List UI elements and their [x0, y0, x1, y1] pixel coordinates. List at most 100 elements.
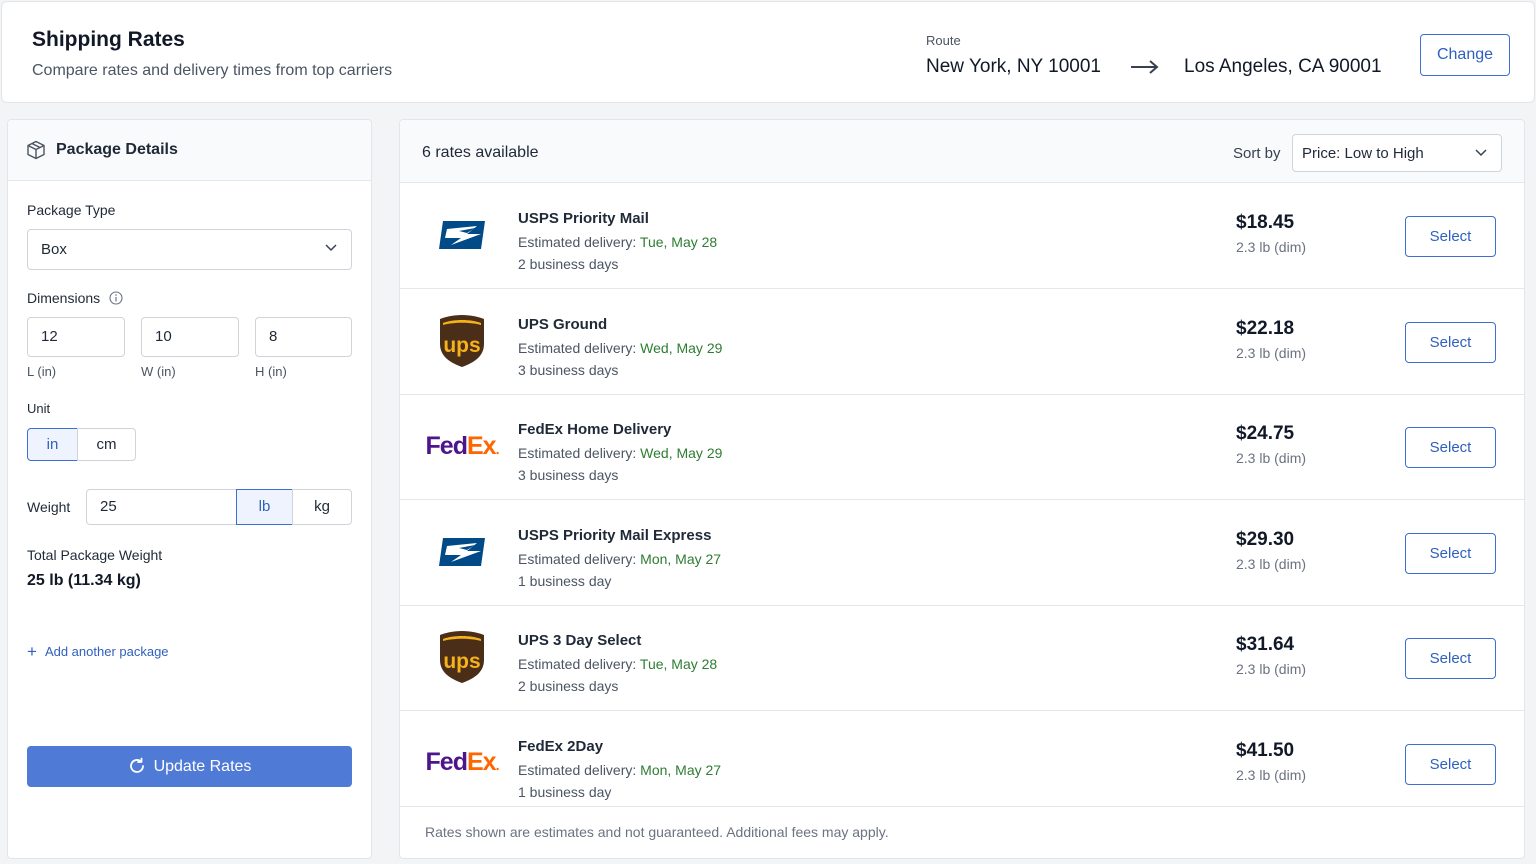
estimated-delivery-prefix: Estimated delivery:	[518, 445, 637, 461]
ups-logo-container: ups	[424, 627, 500, 687]
package-details-panel: Package Details Package Type Box Dimensi…	[7, 119, 372, 859]
service-name: FedEx 2Day	[518, 737, 604, 755]
fedex-logo-container: FedEx.	[424, 733, 500, 793]
service-name: USPS Priority Mail Express	[518, 526, 712, 544]
estimated-delivery-prefix: Estimated delivery:	[518, 656, 637, 672]
route-origin: New York, NY 10001	[926, 56, 1101, 77]
page-subtitle: Compare rates and delivery times from to…	[32, 62, 393, 79]
rate-row: USPS Priority Mail Express Estimated deli…	[400, 500, 1524, 606]
billable-weight: 2.3 lb (dim)	[1236, 766, 1307, 783]
total-weight-label: Total Package Weight	[27, 547, 163, 563]
weight-unit-lb-toggle[interactable]: lb	[236, 489, 293, 525]
billable-weight: 2.3 lb (dim)	[1236, 450, 1307, 466]
fedex-logo-container: FedEx.	[424, 416, 500, 476]
transit-days: 3 business days	[518, 361, 619, 378]
select-rate-button[interactable]: Select	[1405, 321, 1496, 363]
estimated-delivery: Estimated delivery: Tue, May 28	[518, 234, 717, 250]
usps-logo-container	[424, 522, 500, 582]
rates-disclaimer: Rates shown are estimates and not guaran…	[425, 824, 889, 840]
estimated-delivery: Estimated delivery: Wed, May 29	[518, 445, 722, 461]
panel-title: Package Details	[56, 141, 178, 158]
package-type-value: Box	[41, 241, 67, 258]
transit-days: 3 business days	[518, 467, 619, 483]
estimated-delivery: Estimated delivery: Tue, May 28	[518, 656, 717, 672]
svg-text:ups: ups	[443, 334, 480, 357]
delivery-date: Tue, May 28	[639, 656, 718, 672]
service-name: UPS Ground	[518, 315, 608, 333]
billable-weight: 2.3 lb (dim)	[1236, 555, 1307, 572]
fedex-logo: FedEx.	[425, 748, 500, 776]
select-rate-button[interactable]: Select	[1405, 532, 1496, 574]
svg-text:ups: ups	[443, 650, 480, 673]
unit-in-toggle[interactable]: in	[27, 428, 78, 461]
update-rates-label: Update Rates	[153, 758, 252, 775]
delivery-date: Tue, May 28	[639, 234, 718, 250]
ups-shield-logo: ups	[440, 314, 484, 367]
rates-panel: 6 rates available Sort by Price: Low to …	[399, 119, 1525, 859]
unit-cm-toggle[interactable]: cm	[77, 428, 136, 461]
arrow-right-icon	[1131, 60, 1159, 74]
page-header: Shipping Rates Compare rates and deliver…	[1, 1, 1535, 103]
delivery-date: Mon, May 27	[640, 550, 722, 567]
select-rate-button[interactable]: Select	[1405, 743, 1496, 785]
estimated-delivery-prefix: Estimated delivery:	[518, 761, 637, 778]
package-type-select[interactable]: Box	[27, 229, 352, 270]
total-weight-value: 25 lb (11.34 kg)	[27, 572, 141, 589]
sort-value: Price: Low to High	[1302, 145, 1424, 162]
add-package-label: Add another package	[44, 644, 169, 659]
ups-shield-logo: ups	[440, 631, 484, 683]
unit-label: Unit	[27, 401, 51, 416]
sort-select[interactable]: Price: Low to High	[1292, 134, 1502, 172]
rate-row: ups UPS Ground Estimated delivery: Wed, M…	[400, 289, 1524, 395]
length-input[interactable]: 12	[27, 317, 125, 357]
dimensions-label: Dimensions	[27, 290, 101, 306]
weight-unit-kg-toggle[interactable]: kg	[292, 489, 352, 525]
billable-weight: 2.3 lb (dim)	[1236, 344, 1307, 361]
rate-row: ups UPS 3 Day Select Estimated delivery: …	[400, 605, 1524, 711]
rate-price: $18.45	[1236, 212, 1295, 233]
estimated-delivery: Estimated delivery: Mon, May 27	[518, 762, 721, 778]
page-title: Shipping Rates	[32, 28, 185, 51]
info-icon[interactable]	[109, 291, 123, 305]
plus-icon: +	[27, 642, 37, 661]
select-rate-button[interactable]: Select	[1405, 638, 1496, 679]
service-name: UPS 3 Day Select	[518, 632, 642, 649]
usps-eagle-logo	[439, 221, 485, 249]
length-label: L (in)	[27, 364, 57, 379]
rate-price: $41.50	[1236, 739, 1295, 761]
rate-price: $22.18	[1236, 317, 1295, 339]
delivery-date: Mon, May 27	[640, 761, 722, 778]
chevron-down-icon	[1475, 149, 1487, 157]
route-destination: Los Angeles, CA 90001	[1184, 56, 1382, 77]
billable-weight: 2.3 lb (dim)	[1236, 239, 1307, 255]
delivery-date: Wed, May 29	[640, 339, 723, 356]
rate-price: $31.64	[1236, 634, 1295, 655]
estimated-delivery-prefix: Estimated delivery:	[518, 339, 637, 356]
sort-label: Sort by	[1233, 145, 1281, 162]
estimated-delivery: Estimated delivery: Wed, May 29	[518, 340, 722, 356]
add-package-link[interactable]: + Add another package	[27, 642, 169, 662]
width-label: W (in)	[141, 364, 176, 379]
billable-weight: 2.3 lb (dim)	[1236, 661, 1307, 677]
update-rates-button[interactable]: Update Rates	[27, 746, 352, 787]
rate-row: FedEx. FedEx Home Delivery Estimated deli…	[400, 394, 1524, 500]
weight-label: Weight	[27, 499, 71, 515]
select-rate-button[interactable]: Select	[1405, 216, 1496, 257]
rate-row: USPS Priority Mail Estimated delivery: Tu…	[400, 183, 1524, 289]
width-input[interactable]: 10	[141, 317, 239, 357]
height-input[interactable]: 8	[255, 317, 352, 357]
transit-days: 2 business days	[518, 256, 619, 272]
delivery-date: Wed, May 29	[640, 445, 723, 461]
rate-row: FedEx. FedEx 2Day Estimated delivery: Mon…	[400, 711, 1524, 807]
rates-count: 6 rates available	[422, 144, 539, 161]
weight-input[interactable]: 25	[86, 489, 237, 525]
usps-logo-container	[424, 205, 500, 265]
estimated-delivery-prefix: Estimated delivery:	[518, 234, 637, 250]
usps-eagle-logo	[439, 537, 485, 566]
ups-logo-container: ups	[424, 311, 500, 371]
rate-price: $29.30	[1236, 528, 1295, 550]
select-rate-button[interactable]: Select	[1405, 427, 1496, 468]
change-route-button[interactable]: Change	[1420, 34, 1510, 76]
rates-header: 6 rates available Sort by Price: Low to …	[400, 120, 1524, 183]
height-label: H (in)	[255, 364, 287, 379]
